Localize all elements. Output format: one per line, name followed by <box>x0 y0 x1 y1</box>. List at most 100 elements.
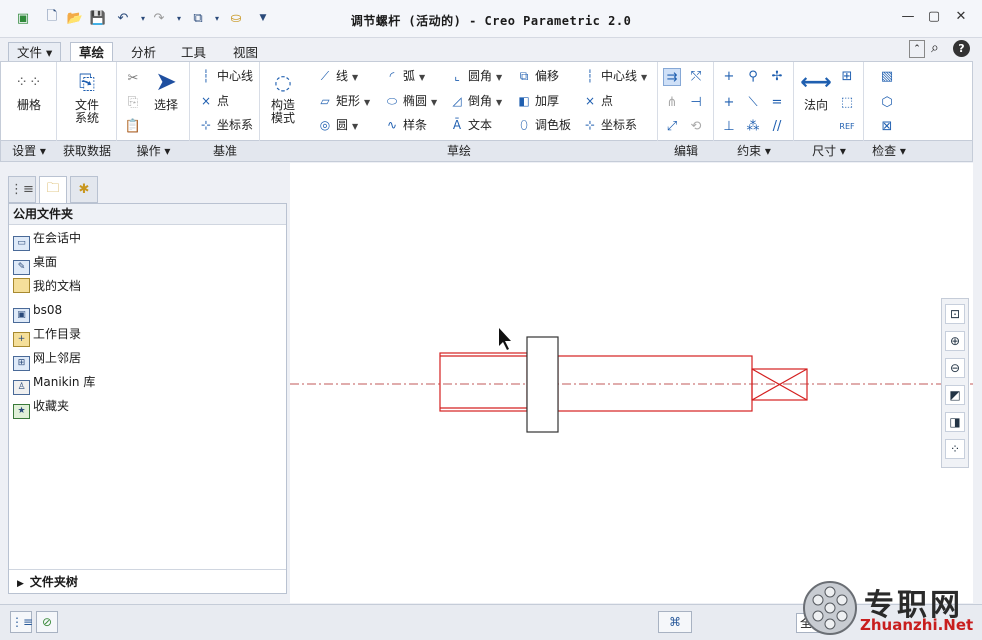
tab-tools[interactable]: 工具 <box>172 42 215 62</box>
circle-button[interactable]: ◎ 圆 ▼ <box>317 116 358 134</box>
arc-dropdown-icon[interactable]: ▼ <box>419 73 425 82</box>
normal-dimension-button[interactable]: ⟷ 法向 <box>798 68 834 112</box>
shaft-profile[interactable] <box>439 352 808 412</box>
arc-button[interactable]: ◜ 弧 ▼ <box>384 67 426 85</box>
coincident-constraint-icon[interactable]: ⟍ <box>744 94 762 112</box>
inspect-group-label[interactable]: 检查 ▾ <box>864 143 914 159</box>
folder-item-desktop[interactable]: ✎ 桌面 <box>13 252 57 275</box>
find-icon[interactable]: ⌘ <box>658 611 692 633</box>
zoom-in-icon[interactable]: ⊕ <box>945 331 965 351</box>
datum-csys-button[interactable]: ⊹ 坐标系 <box>198 116 253 134</box>
model-tree-tab[interactable]: ⋮≡ <box>8 176 36 203</box>
grid-button[interactable]: ⁘⁘ 栅格 <box>9 68 49 112</box>
title-bar: ▣ 🗋 📂 💾 ↶ ▾ ↷ ▾ ⧉ ▾ ⛀ ▼ 调节螺杆 (活动的) - Cre… <box>0 0 982 38</box>
folder-browser-tab[interactable]: 🗀 <box>39 176 67 203</box>
divide-icon[interactable]: ⤲ <box>687 68 705 86</box>
select-button[interactable]: ➤ 选择 <box>147 68 185 112</box>
spline-button[interactable]: ∿ 样条 <box>384 116 427 134</box>
chamfer-button[interactable]: ◿ 倒角 ▼ <box>449 92 502 110</box>
cut-icon[interactable]: ✂ <box>124 70 142 88</box>
fillet-button[interactable]: ⌞ 圆角 ▼ <box>449 67 502 85</box>
rectangle-button[interactable]: ▱ 矩形 ▼ <box>317 92 370 110</box>
tab-view[interactable]: 视图 <box>224 42 267 62</box>
fillet-dropdown-icon[interactable]: ▼ <box>496 73 502 82</box>
sketcher-display-icon[interactable]: ⁘ <box>945 439 965 459</box>
perpendicular-constraint-icon[interactable]: ⊥ <box>720 118 738 136</box>
sketch-csys-button[interactable]: ⊹ 坐标系 <box>582 116 637 134</box>
csys-icon: ⊹ <box>200 118 212 132</box>
line-dropdown-icon[interactable]: ▼ <box>352 73 358 82</box>
rotate-resize-icon[interactable]: ⟲ <box>687 118 705 136</box>
rectangle-dropdown-icon[interactable]: ▼ <box>364 98 370 107</box>
tab-analysis[interactable]: 分析 <box>122 42 165 62</box>
display-style-icon[interactable]: ◨ <box>945 412 965 432</box>
equal-constraint-icon[interactable]: = <box>768 94 786 112</box>
tab-file[interactable]: 文件 ▾ <box>8 42 62 62</box>
construction-mode-button[interactable]: ◌ 构造 模式 <box>264 68 302 125</box>
highlight-open-ends-icon[interactable]: ⬡ <box>878 94 896 112</box>
shaft-left-section[interactable] <box>439 352 528 412</box>
reference-dimension-icon[interactable]: ⬚ <box>838 94 856 112</box>
chamfer-dropdown-icon[interactable]: ▼ <box>496 98 502 107</box>
zoom-out-icon[interactable]: ⊖ <box>945 358 965 378</box>
vertical-constraint-icon[interactable]: + <box>720 68 738 86</box>
folder-item-bs08[interactable]: ▣ bs08 <box>13 300 62 323</box>
datum-centerline-button[interactable]: ┆ 中心线 <box>198 67 253 85</box>
operations-group-label[interactable]: 操作 ▾ <box>117 143 190 159</box>
minimize-button[interactable]: — <box>897 9 919 27</box>
copy-icon[interactable]: ⎘ <box>124 94 142 112</box>
folder-item-working-directory[interactable]: + 工作目录 <box>13 324 81 347</box>
sketch-point-button[interactable]: × 点 <box>582 92 613 110</box>
constraints-group-label[interactable]: 约束 ▾ <box>714 143 794 159</box>
favorites-tab[interactable]: ✱ <box>70 176 98 203</box>
corner-icon[interactable]: ⤢ <box>663 118 681 136</box>
browser-toggle-icon[interactable]: ⊘ <box>36 611 58 633</box>
baseline-icon[interactable]: REF <box>838 118 856 136</box>
help-icon[interactable]: ? <box>953 40 970 57</box>
paste-icon[interactable]: 📋 <box>124 118 142 136</box>
minimize-ribbon-icon[interactable]: ⌃ <box>909 40 925 58</box>
symmetric-constraint-icon[interactable]: ⁂ <box>744 118 762 136</box>
shaft-collar[interactable] <box>526 336 559 433</box>
palette-button[interactable]: ⬯ 调色板 <box>516 116 571 134</box>
sketch-centerline-button[interactable]: ┆ 中心线 ▼ <box>582 67 647 85</box>
datum-point-button[interactable]: × 点 <box>198 92 229 110</box>
file-system-button[interactable]: ⎘ 文件 系统 <box>65 68 109 125</box>
horizontal-constraint-icon[interactable]: + <box>720 94 738 112</box>
centerline-dropdown-icon[interactable]: ▼ <box>641 73 647 82</box>
folder-item-documents[interactable]: 我的文档 <box>13 276 81 296</box>
circle-dropdown-icon[interactable]: ▼ <box>352 122 358 131</box>
overlapping-geometry-icon[interactable]: ▧ <box>878 68 896 86</box>
navigator-toggle-icon[interactable]: ⋮≡ <box>10 611 33 633</box>
midpoint-constraint-icon[interactable]: ✢ <box>768 68 786 86</box>
trim-icon[interactable]: ⊣ <box>687 94 705 112</box>
thicken-button[interactable]: ◧ 加厚 <box>516 92 559 110</box>
mirror-icon[interactable]: ⋔ <box>663 94 681 112</box>
repaint-icon[interactable]: ◩ <box>945 385 965 405</box>
shade-closed-loops-icon[interactable]: ⊠ <box>878 118 896 136</box>
folder-item-favorites[interactable]: ★ 收藏夹 <box>13 396 69 419</box>
folder-item-session[interactable]: ▭ 在会话中 <box>13 228 81 251</box>
modify-icon[interactable]: ⇉ <box>663 68 681 86</box>
line-button[interactable]: ⟋ 线 ▼ <box>317 67 358 85</box>
sketch-canvas[interactable] <box>290 163 973 603</box>
ellipse-button[interactable]: ⬭ 椭圆 ▼ <box>384 92 437 110</box>
ellipse-dropdown-icon[interactable]: ▼ <box>431 98 437 107</box>
tangent-constraint-icon[interactable]: ⚲ <box>744 68 762 86</box>
perimeter-icon[interactable]: ⊞ <box>838 68 856 86</box>
dimension-group-label[interactable]: 尺寸 ▾ <box>794 143 864 159</box>
spline-label: 样条 <box>403 118 428 132</box>
folder-item-network[interactable]: ⊞ 网上邻居 <box>13 348 81 371</box>
settings-group-label[interactable]: 设置 ▾ <box>1 143 57 159</box>
close-button[interactable]: ✕ <box>950 9 972 27</box>
maximize-button[interactable]: ▢ <box>923 9 945 27</box>
search-icon[interactable]: ⌕ <box>931 40 939 56</box>
text-button[interactable]: Ā 文本 <box>449 116 492 134</box>
folder-item-label: Manikin 库 <box>33 375 96 389</box>
refit-icon[interactable]: ⊡ <box>945 304 965 324</box>
graphics-window[interactable] <box>290 163 973 603</box>
parallel-constraint-icon[interactable]: // <box>768 118 786 136</box>
folder-tree-toggle[interactable]: ▶ 文件夹树 <box>9 569 286 593</box>
offset-button[interactable]: ⧉ 偏移 <box>516 67 559 85</box>
folder-item-manikin[interactable]: ♙ Manikin 库 <box>13 372 96 395</box>
